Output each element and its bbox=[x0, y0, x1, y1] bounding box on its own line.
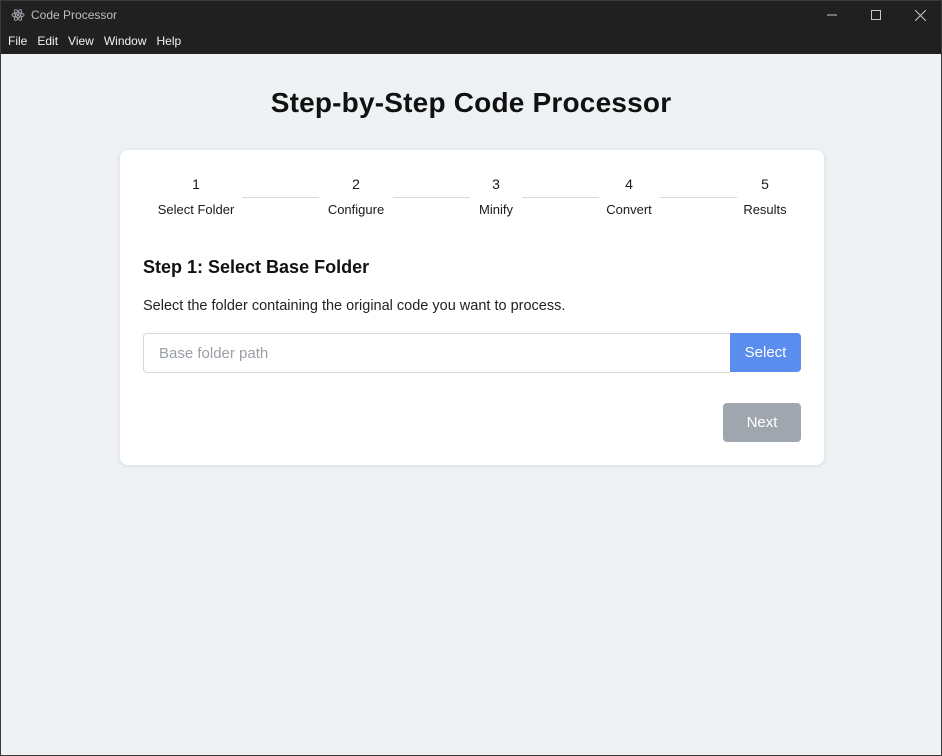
step-label: Minify bbox=[479, 202, 513, 217]
step-4: 4 Convert bbox=[601, 174, 657, 217]
step-1: 1 Select Folder bbox=[153, 174, 239, 217]
next-button[interactable]: Next bbox=[723, 403, 801, 442]
maximize-icon bbox=[871, 10, 881, 20]
base-folder-input[interactable] bbox=[143, 333, 730, 373]
step-label: Results bbox=[743, 202, 787, 217]
step-description: Select the folder containing the origina… bbox=[143, 298, 566, 314]
menu-view[interactable]: View bbox=[63, 29, 99, 54]
minimize-button[interactable] bbox=[810, 1, 854, 29]
step-connector bbox=[393, 197, 470, 198]
step-label: Configure bbox=[327, 202, 385, 217]
step-5: 5 Results bbox=[739, 174, 791, 217]
main-content: Step-by-Step Code Processor 1 Select Fol… bbox=[1, 54, 941, 755]
maximize-button[interactable] bbox=[854, 1, 898, 29]
close-icon bbox=[914, 9, 926, 21]
step-connector bbox=[522, 197, 599, 198]
step-label: Convert bbox=[606, 202, 652, 217]
minimize-icon bbox=[827, 10, 837, 20]
close-button[interactable] bbox=[898, 1, 942, 29]
step-number: 5 bbox=[761, 176, 769, 192]
step-label: Select Folder bbox=[157, 202, 235, 217]
menu-help[interactable]: Help bbox=[152, 29, 187, 54]
wizard-card: 1 Select Folder 2 Configure 3 Minify 4 C… bbox=[120, 150, 824, 465]
window-title: Code Processor bbox=[31, 8, 118, 22]
menu-window[interactable]: Window bbox=[99, 29, 152, 54]
menu-file[interactable]: File bbox=[3, 29, 32, 54]
step-2: 2 Configure bbox=[322, 174, 390, 217]
menu-edit[interactable]: Edit bbox=[32, 29, 63, 54]
step-connector bbox=[660, 197, 737, 198]
step-3: 3 Minify bbox=[472, 174, 520, 217]
electron-atom-icon bbox=[11, 8, 25, 22]
step-number: 4 bbox=[625, 176, 633, 192]
step-number: 1 bbox=[192, 176, 200, 192]
app-window: Code Processor File Edit View Window Hel… bbox=[0, 0, 942, 756]
step-number: 3 bbox=[492, 176, 500, 192]
title-bar[interactable]: Code Processor bbox=[1, 1, 941, 29]
step-number: 2 bbox=[352, 176, 360, 192]
step-connector bbox=[242, 197, 319, 198]
step-heading: Step 1: Select Base Folder bbox=[143, 257, 370, 277]
select-folder-button[interactable]: Select bbox=[730, 333, 801, 372]
menu-bar: File Edit View Window Help bbox=[1, 29, 941, 54]
page-title: Step-by-Step Code Processor bbox=[270, 87, 672, 118]
